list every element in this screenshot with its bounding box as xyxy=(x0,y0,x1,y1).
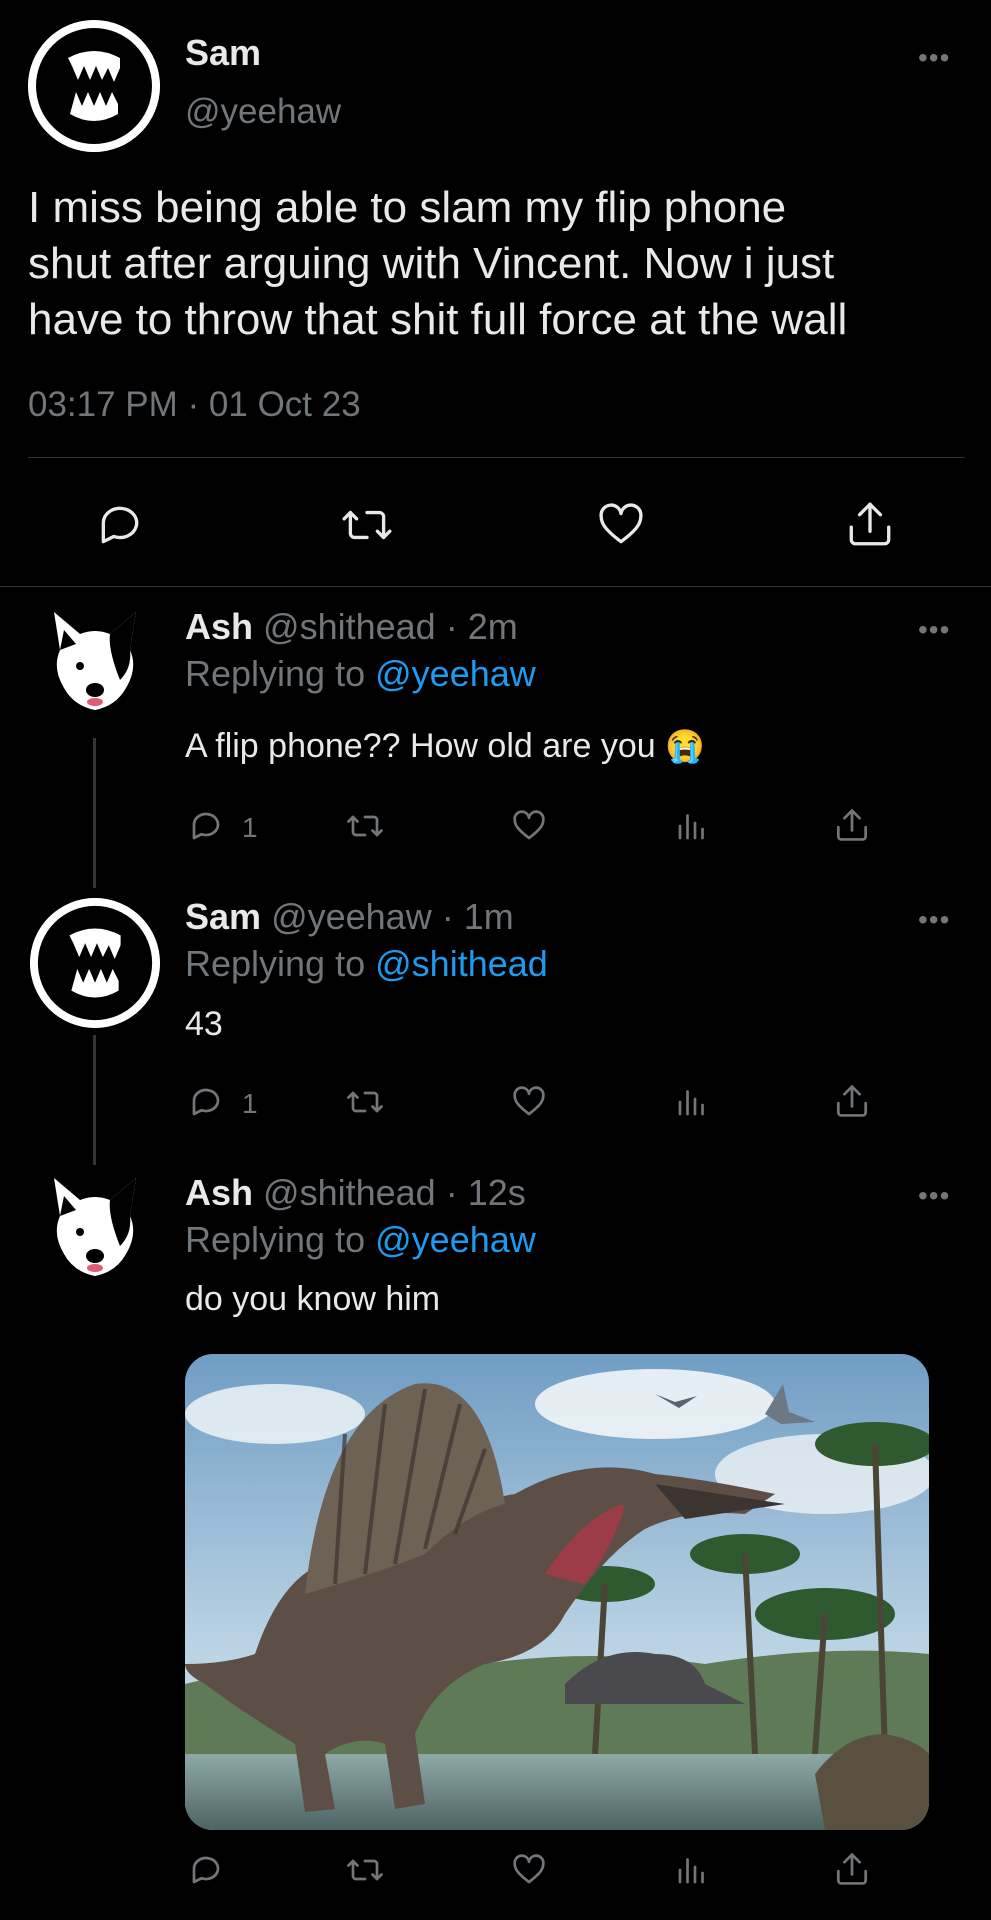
reply-author-handle[interactable]: @yeehaw xyxy=(271,896,432,937)
replying-to: Replying to @yeehaw xyxy=(185,1219,536,1261)
reply-time[interactable]: · 2m xyxy=(446,606,518,647)
like-icon[interactable] xyxy=(510,1852,548,1888)
reply-icon[interactable] xyxy=(188,1084,224,1120)
reply-author-handle[interactable]: @shithead xyxy=(263,606,436,647)
replying-to: Replying to @yeehaw xyxy=(185,653,536,695)
reply-text-content: A flip phone?? How old are you xyxy=(185,727,656,765)
views-icon[interactable] xyxy=(674,1084,710,1120)
more-options-icon[interactable]: ••• xyxy=(918,616,950,644)
crying-emoji: 😭 xyxy=(665,728,705,764)
author-name[interactable]: Sam xyxy=(185,32,261,74)
like-icon[interactable] xyxy=(510,808,548,844)
share-icon[interactable] xyxy=(833,1082,871,1120)
reply-author-name[interactable]: Ash xyxy=(185,606,253,647)
like-icon[interactable] xyxy=(510,1084,548,1120)
spinosaurus-image[interactable] xyxy=(185,1354,929,1830)
reply-author-name[interactable]: Sam xyxy=(185,896,261,937)
reply-header: Ash @shithead · 2m xyxy=(185,606,518,648)
thread-line xyxy=(93,1035,96,1165)
replying-to-link[interactable]: @shithead xyxy=(375,943,548,984)
retweet-icon[interactable] xyxy=(340,500,394,550)
like-icon[interactable] xyxy=(596,500,646,550)
replying-to-link[interactable]: @yeehaw xyxy=(375,1219,536,1260)
reply-icon[interactable] xyxy=(95,500,145,550)
reply-header: Sam @yeehaw · 1m xyxy=(185,896,514,938)
retweet-icon[interactable] xyxy=(345,1852,385,1888)
replying-to-label: Replying to xyxy=(185,943,366,984)
ash-avatar[interactable] xyxy=(50,610,140,722)
reply-text: do you know him xyxy=(185,1280,441,1318)
tweet-text-line: I miss being able to slam my flip phone xyxy=(28,183,787,232)
thread-line xyxy=(93,738,96,888)
views-icon[interactable] xyxy=(674,1852,710,1888)
tweet-text-line: shut after arguing with Vincent. Now i j… xyxy=(28,239,835,288)
divider xyxy=(28,457,965,458)
reply-count: 1 xyxy=(242,1088,258,1119)
reply-author-name[interactable]: Ash xyxy=(185,1172,253,1213)
reply-author-handle[interactable]: @shithead xyxy=(263,1172,436,1213)
sam-avatar[interactable] xyxy=(30,898,160,1028)
replying-to: Replying to @shithead xyxy=(185,943,548,985)
reply-text: 43 xyxy=(185,1005,223,1043)
reply-count: 1 xyxy=(242,812,258,843)
divider xyxy=(0,586,991,587)
tweet-timestamp[interactable]: 03:17 PM · 01 Oct 23 xyxy=(28,385,361,425)
share-icon[interactable] xyxy=(833,1850,871,1888)
reply-icon[interactable] xyxy=(188,1852,224,1888)
views-icon[interactable] xyxy=(674,808,710,844)
replying-to-link[interactable]: @yeehaw xyxy=(375,653,536,694)
more-options-icon[interactable]: ••• xyxy=(918,906,950,934)
share-icon[interactable] xyxy=(845,498,895,550)
reply-icon[interactable] xyxy=(188,808,224,844)
reply-time[interactable]: · 12s xyxy=(446,1172,526,1213)
author-handle[interactable]: @yeehaw xyxy=(185,92,341,132)
tweet-text-line: have to throw that shit full force at th… xyxy=(28,295,848,344)
retweet-icon[interactable] xyxy=(345,808,385,844)
ash-avatar[interactable] xyxy=(50,1176,140,1288)
share-icon[interactable] xyxy=(833,806,871,844)
replying-to-label: Replying to xyxy=(185,653,366,694)
more-options-icon[interactable]: ••• xyxy=(918,44,950,72)
replying-to-label: Replying to xyxy=(185,1219,366,1260)
tweet-text: I miss being able to slam my flip phone … xyxy=(28,180,847,348)
retweet-icon[interactable] xyxy=(345,1084,385,1120)
reply-header: Ash @shithead · 12s xyxy=(185,1172,526,1214)
more-options-icon[interactable]: ••• xyxy=(918,1182,950,1210)
reply-time[interactable]: · 1m xyxy=(442,896,514,937)
sam-avatar[interactable] xyxy=(28,20,160,152)
reply-text: A flip phone?? How old are you 😭 xyxy=(185,727,705,766)
